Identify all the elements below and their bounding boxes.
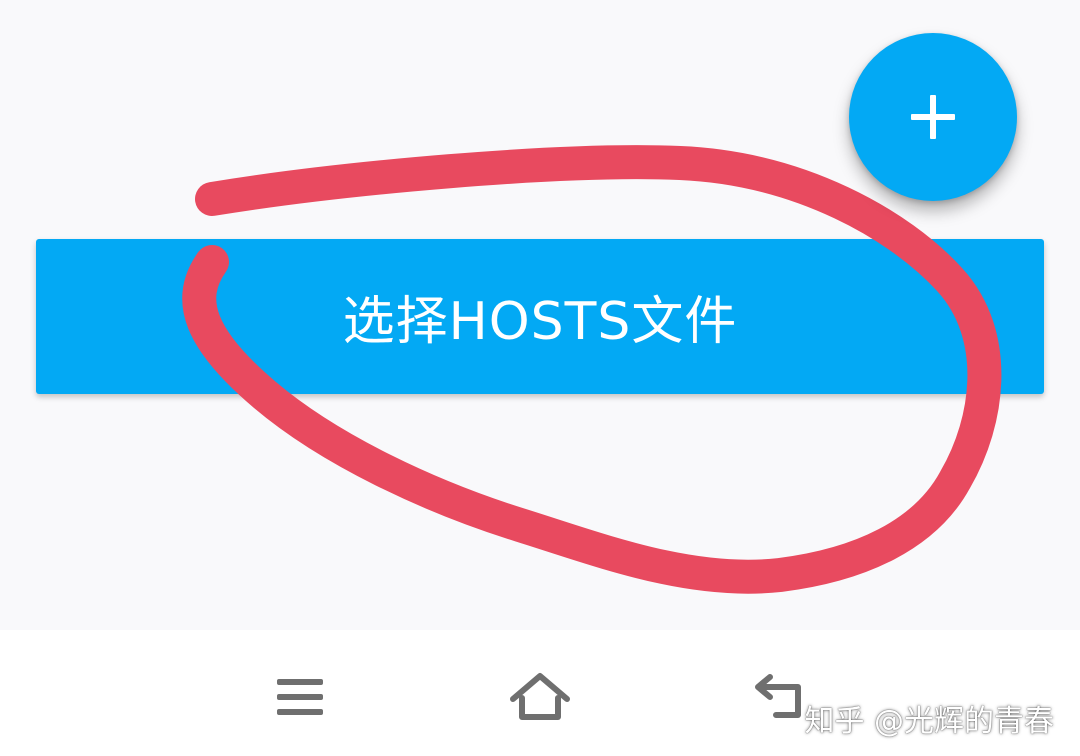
content-area: 选择HOSTS文件 [0, 0, 1080, 630]
home-icon [510, 673, 570, 720]
menu-button[interactable] [255, 652, 345, 742]
back-icon [755, 674, 801, 718]
system-navigation-bar: 知乎 @光辉的青春 [0, 630, 1080, 756]
zhihu-watermark: 知乎 @光辉的青春 [804, 704, 1054, 739]
app-screen: 选择HOSTS文件 知乎 @光辉的青春 [0, 0, 1080, 756]
plus-icon [911, 95, 955, 139]
menu-icon [277, 679, 323, 715]
select-hosts-file-button[interactable]: 选择HOSTS文件 [36, 239, 1044, 394]
home-button[interactable] [495, 652, 585, 742]
add-fab-button[interactable] [849, 33, 1017, 201]
select-hosts-file-label: 选择HOSTS文件 [342, 292, 738, 352]
